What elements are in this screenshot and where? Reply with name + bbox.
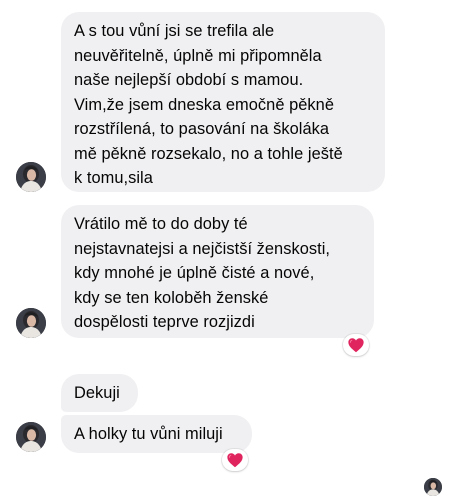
- message-thread: A s tou vůní jsi se trefila ale neuvěřit…: [0, 0, 461, 496]
- message-text-line: A s tou vůní jsi se trefila ale: [74, 22, 275, 40]
- message-bubble[interactable]: Vrátilo mě to do doby té nejstavnatejsi …: [61, 205, 374, 338]
- reaction-badge[interactable]: [343, 334, 369, 356]
- avatar-image: [16, 162, 46, 192]
- message-text-line: rozstřílená, to pasování na školáka: [74, 120, 330, 138]
- avatar-image: [16, 422, 46, 452]
- avatar-image: [424, 478, 442, 496]
- message-text-line: mě pěkně rozsekalo, no a tohle ještě: [74, 144, 343, 163]
- heart-icon: [347, 337, 365, 353]
- message-text-line: nejstavnatejsi a nejčistší ženskosti,: [74, 239, 331, 258]
- reaction-badge[interactable]: [222, 449, 248, 471]
- message-text-line: neuvěřitelně, úplně mi připomněla: [74, 46, 322, 65]
- message-text-line: dospělosti teprve rozjizdi: [74, 313, 255, 331]
- message-text-line: naše nejlepší období s mamou.: [74, 71, 304, 89]
- sender-avatar[interactable]: [16, 308, 46, 338]
- avatar-image: [16, 308, 46, 338]
- message-bubble[interactable]: A s tou vůní jsi se trefila ale neuvěřit…: [61, 12, 385, 192]
- message-text-line: kdy mnohé je úplně čisté a nové,: [74, 264, 315, 282]
- message-text-line: kdy se ten koloběh ženské: [74, 288, 269, 307]
- sender-avatar[interactable]: [16, 162, 46, 192]
- message-text-line: A holky tu vůni miluji: [74, 425, 223, 443]
- read-receipt-avatar: [424, 478, 442, 496]
- message-text-line: Vim,že jsem dneska emočně pěkně: [74, 95, 334, 114]
- message-text-line: k tomu,sila: [74, 169, 153, 187]
- message-bubble[interactable]: Dekuji: [61, 374, 138, 412]
- heart-icon: [226, 452, 244, 468]
- message-text-line: Dekuji: [74, 384, 120, 402]
- sender-avatar[interactable]: [16, 422, 46, 452]
- message-bubble[interactable]: A holky tu vůni miluji: [61, 415, 252, 453]
- message-text-line: Vrátilo mě to do doby té: [74, 215, 248, 233]
